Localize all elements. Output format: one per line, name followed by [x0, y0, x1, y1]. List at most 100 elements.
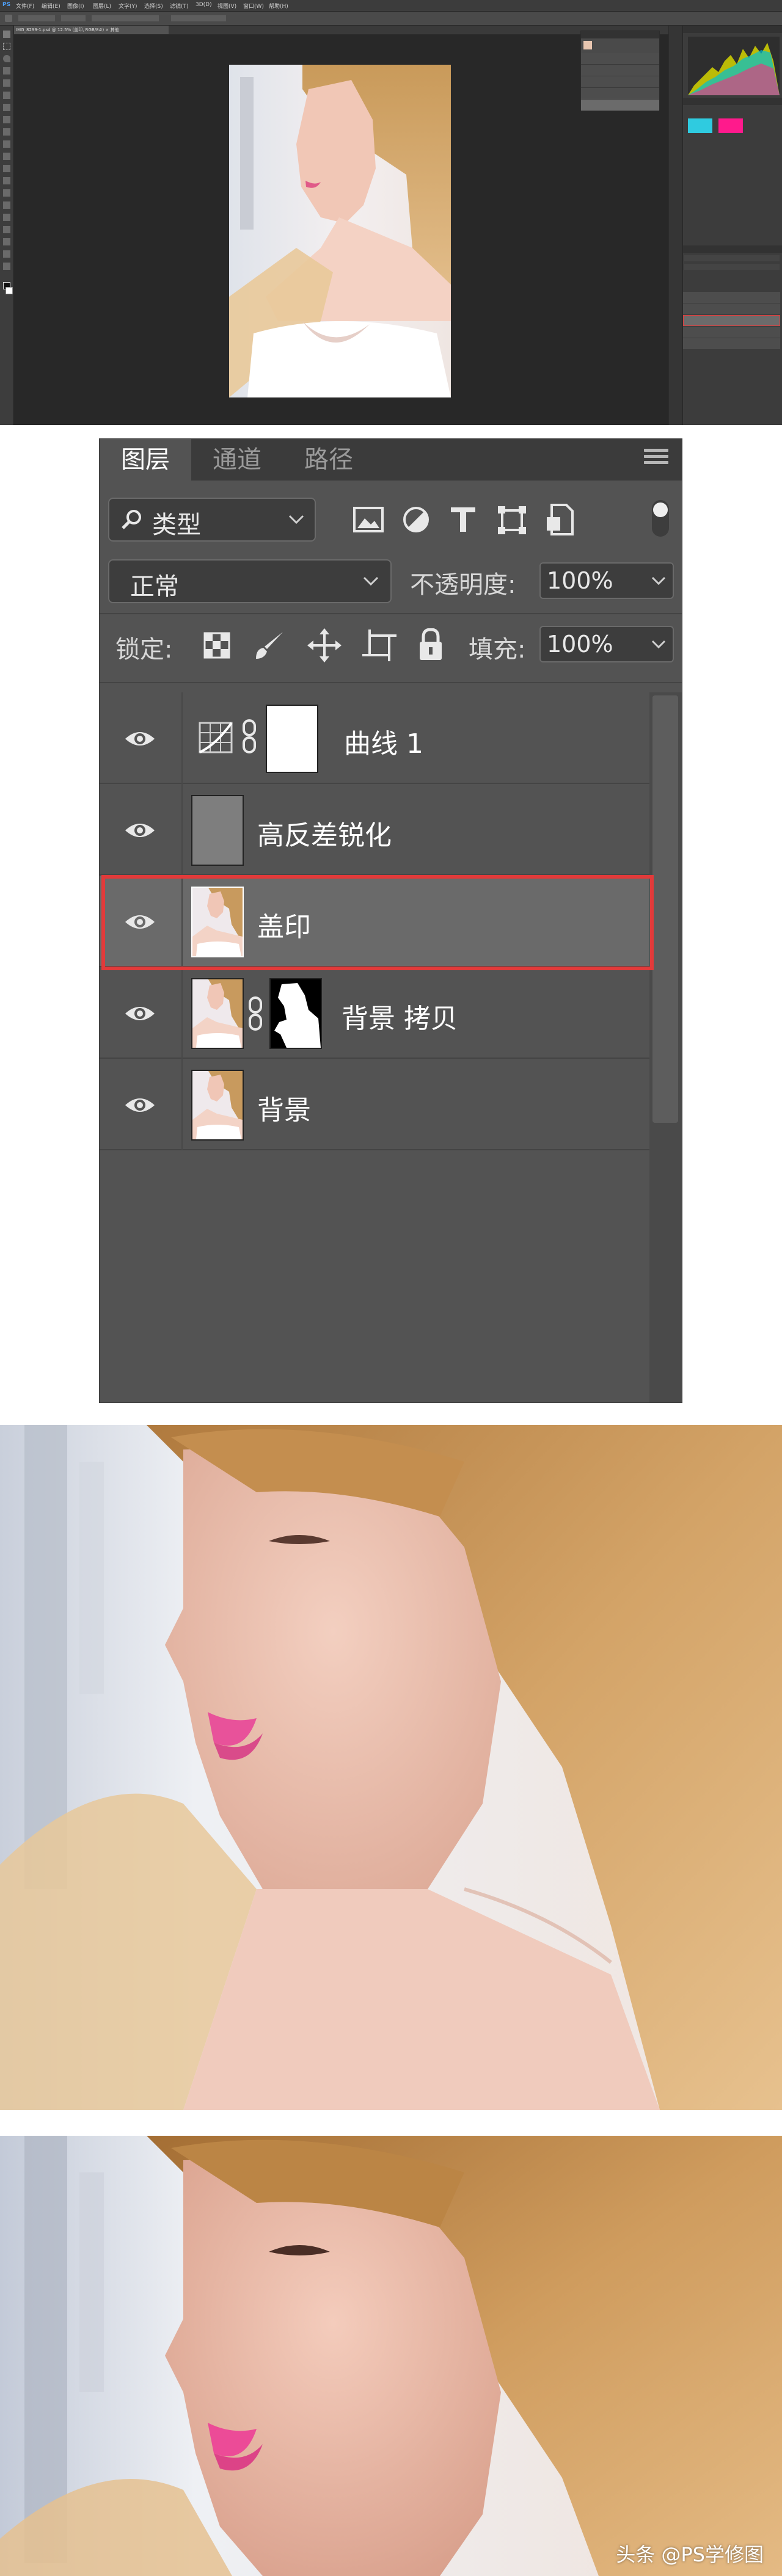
blend-mode-select[interactable]: 正常: [108, 559, 392, 603]
filter-pixel-layer-icon[interactable]: [353, 506, 384, 533]
lock-position-icon[interactable]: [307, 628, 342, 662]
layers-mini-filter[interactable]: [684, 255, 780, 261]
layers-scrollbar-thumb[interactable]: [652, 695, 678, 1123]
mask-link-icon[interactable]: [247, 994, 263, 1033]
document-canvas-image[interactable]: [229, 65, 451, 397]
visibility-eye-icon[interactable]: [123, 722, 157, 756]
menu-layer[interactable]: 图层(L): [93, 2, 111, 10]
menu-select[interactable]: 选择(S): [144, 2, 163, 10]
swatch-cyan[interactable]: [688, 118, 712, 133]
document-tab[interactable]: IMG_8299-1.psd @ 12.5% (盖印, RGB/8#) × 其他: [13, 26, 169, 34]
menu-help[interactable]: 帮助(H): [269, 2, 288, 10]
history-snapshot-thumb[interactable]: [583, 41, 592, 49]
panel-menu-icon[interactable]: [644, 449, 668, 470]
mask-silhouette: [271, 979, 321, 1048]
menu-type[interactable]: 文字(Y): [119, 2, 137, 10]
filter-toggle-switch[interactable]: [652, 500, 669, 537]
hand-tool-icon[interactable]: [3, 250, 10, 258]
brush-tool-icon[interactable]: [3, 116, 10, 123]
visibility-eye-icon[interactable]: [123, 996, 157, 1031]
crop-tool-icon[interactable]: [3, 79, 10, 87]
row-separator: [181, 1059, 183, 1150]
path-select-tool-icon[interactable]: [3, 226, 10, 233]
layer-name[interactable]: 盖印: [257, 905, 311, 944]
history-brush-tool-icon[interactable]: [3, 140, 10, 148]
history-step[interactable]: [581, 76, 659, 88]
tab-paths[interactable]: 路径: [283, 439, 375, 481]
fill-field[interactable]: 100%: [539, 626, 674, 662]
lock-transparent-pixels-icon[interactable]: [203, 632, 230, 659]
healing-brush-tool-icon[interactable]: [3, 104, 10, 111]
layer-filter-select[interactable]: 类型: [108, 498, 316, 542]
lock-all-icon[interactable]: [417, 628, 444, 661]
layers-panel-mini-header: [683, 245, 782, 253]
layer-name[interactable]: 背景 拷贝: [342, 996, 458, 1036]
dodge-tool-icon[interactable]: [3, 189, 10, 197]
history-step[interactable]: [581, 53, 659, 65]
tab-layers[interactable]: 图层: [100, 439, 191, 481]
menu-image[interactable]: 图像(I): [67, 2, 84, 10]
layer-thumbnail-photo[interactable]: [191, 1070, 244, 1141]
visibility-eye-icon[interactable]: [123, 813, 157, 847]
lock-artboard-icon[interactable]: [362, 629, 396, 661]
filter-shape-layer-icon[interactable]: [497, 505, 527, 535]
history-step[interactable]: [581, 65, 659, 76]
layers-mini-blend[interactable]: [684, 264, 780, 270]
blur-tool-icon[interactable]: [3, 177, 10, 184]
shape-tool-icon[interactable]: [3, 238, 10, 245]
menu-view[interactable]: 视图(V): [217, 2, 236, 10]
align-buttons[interactable]: [92, 15, 159, 21]
filter-smart-object-icon[interactable]: [546, 504, 575, 535]
type-tool-icon[interactable]: [3, 214, 10, 221]
opacity-field[interactable]: 100%: [539, 562, 674, 599]
layer-thumbnail-photo[interactable]: [191, 887, 244, 957]
mini-layer-row[interactable]: [683, 327, 780, 338]
eyedropper-tool-icon[interactable]: [3, 92, 10, 99]
swatch-magenta[interactable]: [718, 118, 743, 133]
menu-file[interactable]: 文件(F): [16, 2, 34, 10]
eraser-tool-icon[interactable]: [3, 153, 10, 160]
history-step-current[interactable]: [581, 100, 659, 111]
zoom-tool-icon[interactable]: [3, 263, 10, 270]
auto-select-control[interactable]: [18, 15, 55, 21]
transform-controls[interactable]: [61, 15, 86, 21]
filter-adjustment-layer-icon[interactable]: [401, 505, 431, 534]
layer-mask-thumbnail[interactable]: [266, 705, 318, 773]
layer-mask-thumbnail[interactable]: [269, 978, 322, 1049]
menu-window[interactable]: 窗口(W): [243, 2, 264, 10]
tab-channels[interactable]: 通道: [191, 439, 283, 481]
quick-select-tool-icon[interactable]: [3, 67, 10, 74]
layer-row-curves-1[interactable]: 曲线 1: [100, 692, 649, 784]
pen-tool-icon[interactable]: [3, 201, 10, 209]
visibility-eye-icon[interactable]: [123, 905, 157, 939]
layer-thumbnail-gray[interactable]: [191, 795, 244, 866]
lock-image-pixels-icon[interactable]: [254, 629, 285, 661]
marquee-tool-icon[interactable]: [3, 43, 10, 50]
menu-edit[interactable]: 编辑(E): [42, 2, 60, 10]
lasso-tool-icon[interactable]: [3, 55, 10, 62]
layer-name[interactable]: 高反差锐化: [257, 813, 392, 852]
filter-type-layer-icon[interactable]: [449, 505, 477, 534]
mini-layer-row[interactable]: [683, 338, 780, 350]
mini-layer-row-selected[interactable]: [683, 315, 780, 326]
layer-row-stamp-visible[interactable]: 盖印: [100, 876, 649, 967]
move-tool-icon[interactable]: [3, 31, 10, 38]
layer-row-background-copy[interactable]: 背景 拷贝: [100, 967, 649, 1059]
menu-3d[interactable]: 3D(D): [196, 2, 212, 8]
layer-thumbnail-photo[interactable]: [191, 978, 244, 1049]
gradient-tool-icon[interactable]: [3, 165, 10, 172]
mini-layer-row[interactable]: [683, 303, 780, 315]
layer-name[interactable]: 背景: [257, 1088, 311, 1127]
history-step[interactable]: [581, 88, 659, 100]
visibility-eye-icon[interactable]: [123, 1088, 157, 1122]
distribute-buttons[interactable]: [171, 15, 226, 21]
layer-row-high-pass-sharpen[interactable]: 高反差锐化: [100, 784, 649, 876]
move-tool-icon[interactable]: [5, 15, 12, 22]
background-color-swatch[interactable]: [5, 287, 13, 294]
mask-link-icon[interactable]: [241, 717, 257, 756]
layer-name[interactable]: 曲线 1: [344, 722, 423, 761]
mini-layer-row[interactable]: [683, 292, 780, 303]
clone-stamp-tool-icon[interactable]: [3, 128, 10, 136]
layer-row-background[interactable]: 背景: [100, 1059, 649, 1150]
menu-filter[interactable]: 滤镜(T): [170, 2, 189, 10]
